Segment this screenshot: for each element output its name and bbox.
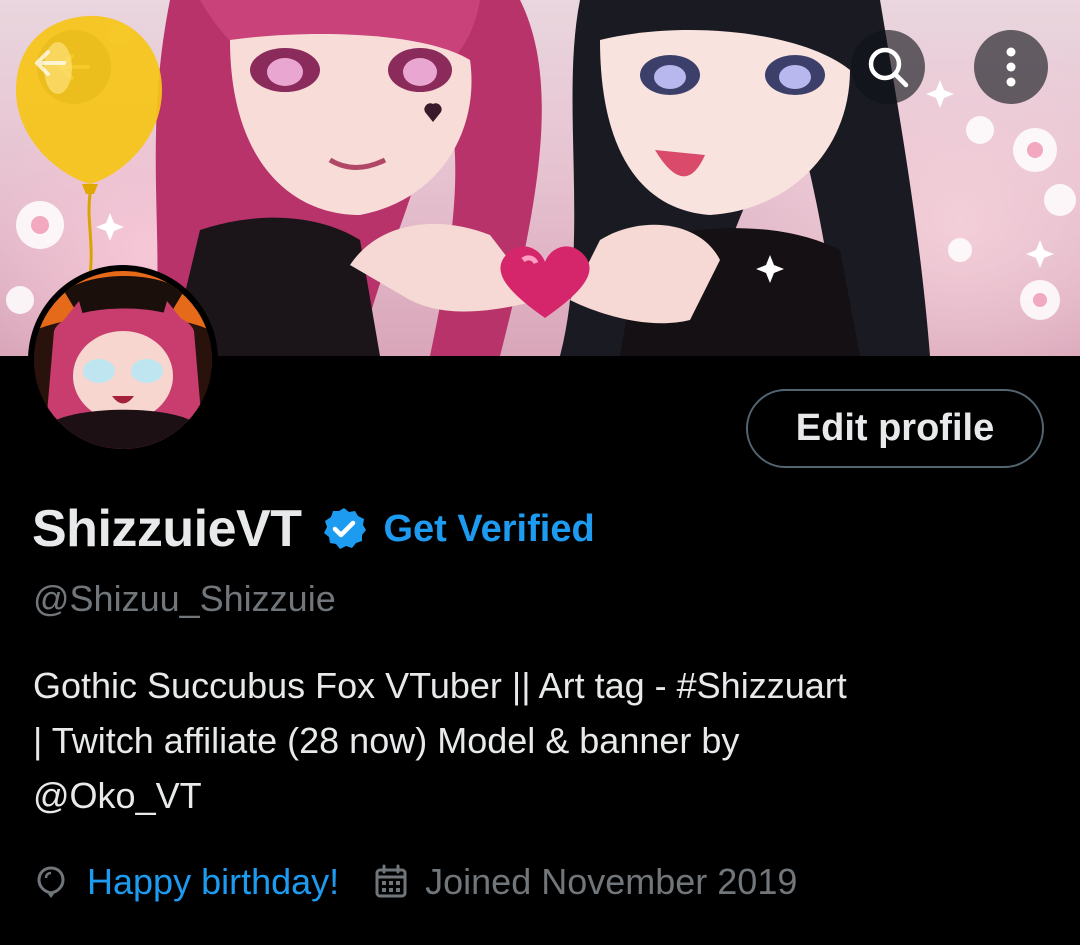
edit-profile-button[interactable]: Edit profile <box>746 389 1044 468</box>
search-button[interactable] <box>851 30 925 104</box>
bio-line: | Twitch affiliate (28 now) Model & bann… <box>33 720 740 761</box>
bio: Gothic Succubus Fox VTuber || Art tag - … <box>33 658 1043 823</box>
profile-avatar[interactable] <box>28 265 218 455</box>
joined-date: Joined November 2019 <box>425 861 798 902</box>
search-icon <box>868 47 909 88</box>
profile-meta-row: Happy birthday! Joined November 2019 <box>33 852 797 912</box>
name-row: ShizzuieVT Get Verified <box>32 496 595 562</box>
more-options-button[interactable] <box>974 30 1048 104</box>
bio-line: @Oko_VT <box>33 775 202 816</box>
birthday-label[interactable]: Happy birthday! <box>87 861 339 903</box>
display-name: ShizzuieVT <box>32 500 302 558</box>
back-button[interactable] <box>37 30 111 104</box>
verified-badge-icon[interactable] <box>321 506 367 552</box>
get-verified-link[interactable]: Get Verified <box>383 508 594 551</box>
bio-line: Gothic Succubus Fox VTuber || Art tag - … <box>33 665 847 706</box>
calendar-icon <box>375 864 407 898</box>
avatar-image <box>34 271 212 449</box>
balloon-icon <box>37 866 65 898</box>
user-handle: @Shizuu_Shizzuie <box>33 578 336 619</box>
more-vertical-icon <box>1006 47 1016 87</box>
arrow-left-icon <box>59 54 90 80</box>
